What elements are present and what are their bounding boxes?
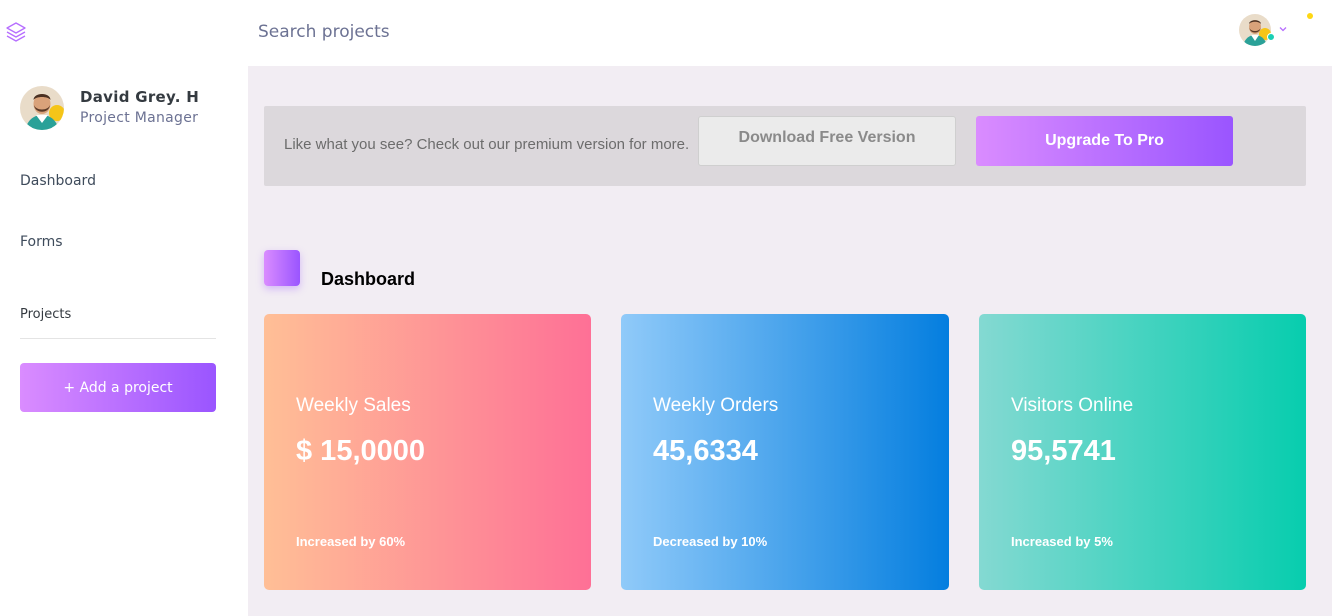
card-value: 95,5741 <box>1011 435 1116 467</box>
sidebar: David Grey. H Project Manager Dashboard … <box>0 66 248 616</box>
card-change: Increased by 60% <box>296 534 406 549</box>
download-free-button[interactable]: Download Free Version <box>698 116 956 166</box>
page-title: Dashboard <box>321 269 416 289</box>
top-navbar <box>0 0 1332 66</box>
chevron-down-icon[interactable] <box>1278 24 1288 34</box>
notification-dot <box>1307 13 1313 19</box>
profile-avatar[interactable] <box>20 86 64 130</box>
stat-card-weekly-sales: Weekly Sales $ 15,0000 Increased by 60% <box>264 314 591 590</box>
sidebar-item-forms[interactable]: Forms <box>20 234 63 250</box>
card-change: Decreased by 10% <box>653 534 768 549</box>
card-label: Weekly Orders <box>653 395 779 416</box>
promo-banner: Like what you see? Check out our premium… <box>264 106 1306 186</box>
card-value: 45,6334 <box>653 435 758 467</box>
card-label: Weekly Sales <box>296 395 411 416</box>
projects-heading: Projects <box>20 307 72 322</box>
online-status-dot <box>1267 33 1275 41</box>
stat-card-visitors-online: Visitors Online 95,5741 Increased by 5% <box>979 314 1306 590</box>
layers-icon[interactable] <box>5 20 27 44</box>
home-icon <box>264 250 300 286</box>
user-avatar[interactable] <box>1239 14 1271 46</box>
upgrade-pro-button[interactable]: Upgrade To Pro <box>976 116 1233 166</box>
promo-text: Like what you see? Check out our premium… <box>284 136 690 153</box>
sidebar-item-dashboard[interactable]: Dashboard <box>20 173 96 189</box>
card-label: Visitors Online <box>1011 395 1134 416</box>
profile-name: David Grey. H <box>80 88 200 106</box>
card-value: $ 15,0000 <box>296 435 426 467</box>
search-input[interactable] <box>258 20 658 44</box>
stat-card-weekly-orders: Weekly Orders 45,6334 Decreased by 10% <box>621 314 949 590</box>
profile-role: Project Manager <box>80 110 199 126</box>
divider <box>20 338 216 339</box>
add-project-button[interactable]: + Add a project <box>20 363 216 412</box>
card-change: Increased by 5% <box>1011 534 1113 549</box>
